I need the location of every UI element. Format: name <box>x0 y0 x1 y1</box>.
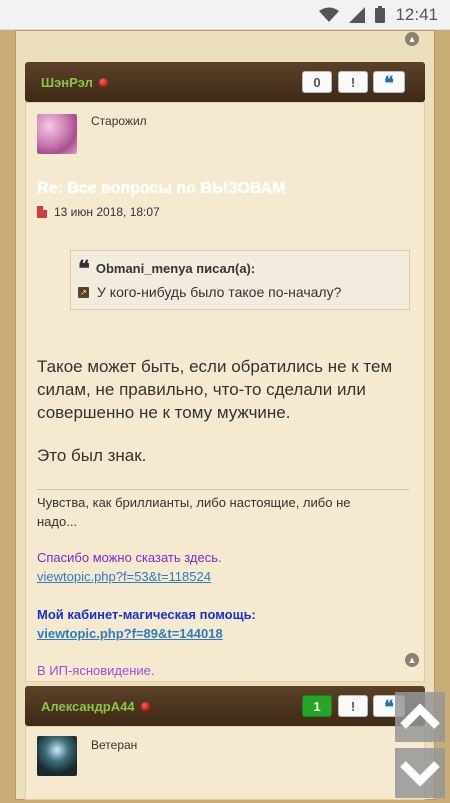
cabinet-link[interactable]: viewtopic.php?f=89&t=144018 <box>37 624 407 643</box>
post-text-line: силам, не правильно, что-то сделали или <box>37 380 366 399</box>
quote-author-text: Obmani_menya писал(а): <box>95 261 256 276</box>
thanks-link[interactable]: viewtopic.php?f=53&t=118524 <box>37 567 407 586</box>
scroll-top-icon[interactable]: ▲ <box>405 653 419 667</box>
status-bar: 12:41 <box>0 0 450 30</box>
post-date-text: 13 июн 2018, 18:07 <box>54 205 160 219</box>
signature-thanks: Спасибо можно сказать здесь. viewtopic.p… <box>37 548 407 586</box>
online-status-icon <box>140 701 150 711</box>
scroll-up-button[interactable] <box>395 692 445 742</box>
signature-motto: Чувства, как бриллианты, либо настоящие,… <box>37 493 407 531</box>
report-button[interactable]: ! <box>338 695 368 717</box>
post-icon[interactable] <box>37 206 47 218</box>
battery-icon <box>375 6 386 23</box>
post-header: АлександрА44 1 ! ❝ <box>25 686 425 726</box>
signature-motto-line: надо... <box>37 514 78 529</box>
signature-divider <box>37 489 409 490</box>
scroll-top-icon[interactable]: ▲ <box>405 32 419 46</box>
quote-text-value: У кого-нибудь было такое по-началу? <box>97 284 342 300</box>
thanks-text: Спасибо можно сказать здесь. <box>37 550 222 565</box>
chevron-up-icon <box>400 703 440 729</box>
cabinet-text: Мой кабинет-магическая помощь: <box>37 607 256 622</box>
quote-author: ❝ Obmani_menya писал(а): <box>78 255 256 282</box>
post-text-sign: Это был знак. <box>37 446 147 465</box>
report-button[interactable]: ! <box>338 71 368 93</box>
quote-text: ↗ У кого-нибудь было такое по-началу? <box>78 284 341 300</box>
quote-icon: ❝ <box>78 255 90 282</box>
go-to-post-icon[interactable]: ↗ <box>78 286 89 298</box>
post-author[interactable]: АлександрА44 <box>41 699 135 714</box>
chevron-down-icon <box>400 761 440 787</box>
scroll-down-button[interactable] <box>395 748 445 798</box>
post-text-line: Такое может быть, если обратились не к т… <box>37 357 393 376</box>
signature-motto-line: Чувства, как бриллианты, либо настоящие,… <box>37 495 351 510</box>
user-rank: Старожил <box>91 114 147 128</box>
post-text-line: совершенно не к тому мужчине. <box>37 403 291 422</box>
post-title[interactable]: Re: Все вопросы по ВЫЗОВАМ <box>37 180 285 198</box>
signature-cabinet: Мой кабинет-магическая помощь: viewtopic… <box>37 605 407 643</box>
ip-link[interactable]: В ИП-ясновидение. <box>37 661 407 680</box>
quote-button[interactable]: ❝ <box>373 71 405 93</box>
quote-block: ❝ Obmani_menya писал(а): ↗ У кого-нибудь… <box>70 250 410 310</box>
post-body: Старожил Re: Все вопросы по ВЫЗОВАМ 13 и… <box>25 102 425 682</box>
avatar[interactable] <box>37 736 77 776</box>
post-header: ШэнРэл 0 ! ❝ <box>25 62 425 102</box>
signal-icon <box>349 6 366 23</box>
avatar[interactable] <box>37 114 77 154</box>
clock: 12:41 <box>395 4 438 24</box>
like-count-button[interactable]: 1 <box>302 695 332 717</box>
post-author[interactable]: ШэнРэл <box>41 75 93 90</box>
post-body: Ветеран <box>25 726 425 800</box>
forum-page: ▲ ШэнРэл 0 ! ❝ Старожил Re: Все вопросы … <box>0 30 450 800</box>
online-status-icon <box>98 77 108 87</box>
wifi-icon <box>319 7 340 22</box>
like-count-button[interactable]: 0 <box>302 71 332 93</box>
post-date: 13 июн 2018, 18:07 <box>37 205 160 219</box>
post-text: Такое может быть, если обратились не к т… <box>37 355 407 424</box>
user-rank: Ветеран <box>91 738 138 752</box>
